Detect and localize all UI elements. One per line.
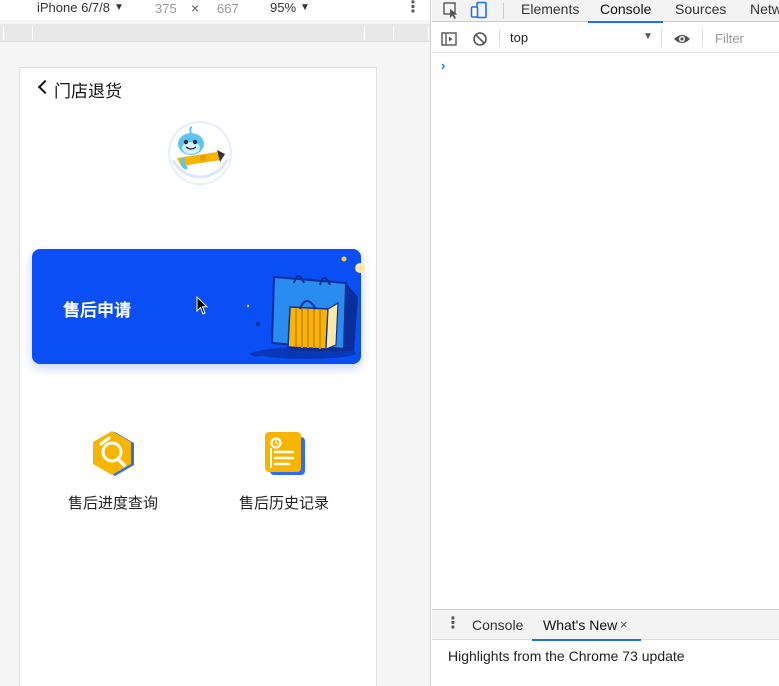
dimension-times: × xyxy=(191,0,200,16)
tab-sources[interactable]: Sources xyxy=(675,1,726,17)
tab-network[interactable]: Netw xyxy=(750,1,779,17)
banner-label: 售后申请 xyxy=(63,301,131,320)
console-toolbar: top ▼ xyxy=(432,24,779,53)
device-toolbar: iPhone 6/7/8 ▼ 375 × 667 95% ▼ ⋮ xyxy=(0,0,430,20)
ruler-tick xyxy=(364,26,365,40)
execution-context-select[interactable]: top xyxy=(510,30,528,45)
more-options-icon[interactable]: ⋮ xyxy=(405,0,421,16)
ruler-tick xyxy=(32,26,33,40)
dropdown-triangle-icon: ▼ xyxy=(643,31,653,42)
toolbar-separator xyxy=(503,3,504,19)
after-sale-history-button[interactable]: 售后历史记录 xyxy=(214,428,354,513)
tab-elements[interactable]: Elements xyxy=(521,1,579,17)
device-width[interactable]: 375 xyxy=(155,1,177,16)
devtools-panel: Elements Console Sources Netw top ▼ › ⋮ xyxy=(432,0,779,686)
show-sidebar-icon[interactable] xyxy=(440,30,458,48)
close-tab-icon[interactable]: × xyxy=(620,617,628,632)
dropdown-triangle-icon: ▼ xyxy=(300,2,310,13)
toolbar-separator xyxy=(499,29,500,47)
ruler-tick xyxy=(393,26,394,40)
devtools-drawer: ⋮ Console What's New × Highlights from t… xyxy=(432,609,779,686)
inspect-element-icon[interactable] xyxy=(442,1,460,19)
history-record-icon xyxy=(265,432,305,475)
toolbar-separator xyxy=(661,29,662,47)
back-arrow-icon[interactable] xyxy=(36,80,50,94)
drawer-tab-console[interactable]: Console xyxy=(472,617,523,633)
zoom-select[interactable]: 95% ▼ xyxy=(270,0,310,15)
ruler-tick xyxy=(3,26,4,40)
after-sale-progress-button[interactable]: 售后进度查询 xyxy=(43,428,183,513)
nav-bar: 门店退货 xyxy=(20,68,376,108)
whats-new-message: Highlights from the Chrome 73 update xyxy=(448,648,685,664)
drawer-menu-icon[interactable]: ⋮ xyxy=(445,616,461,632)
device-emulation-pane: iPhone 6/7/8 ▼ 375 × 667 95% ▼ ⋮ 门店退货 售后… xyxy=(0,0,431,686)
feature-label: 售后进度查询 xyxy=(67,495,158,512)
live-expression-eye-icon[interactable] xyxy=(673,30,691,48)
phone-viewport: 门店退货 售后申请 售后进度查询 售后历史记录 xyxy=(19,67,377,686)
toolbar-separator xyxy=(702,29,703,47)
device-height[interactable]: 667 xyxy=(217,1,239,16)
page-title: 门店退货 xyxy=(54,82,122,101)
whale-mascot-icon xyxy=(168,121,232,185)
device-select[interactable]: iPhone 6/7/8 ▼ xyxy=(37,0,124,15)
clear-console-icon[interactable] xyxy=(471,30,489,48)
drawer-tab-whats-new[interactable]: What's New xyxy=(531,617,642,641)
tab-console[interactable]: Console xyxy=(587,1,664,23)
shopping-bag-illustration-icon xyxy=(246,256,365,359)
drawer-tab-bar: ⋮ Console What's New × xyxy=(432,610,779,641)
mouse-cursor-icon xyxy=(196,296,208,315)
devtools-tab-bar: Elements Console Sources Netw xyxy=(432,0,779,23)
search-progress-icon xyxy=(93,431,134,476)
device-name: iPhone 6/7/8 xyxy=(37,0,111,15)
feature-label: 售后历史记录 xyxy=(238,495,329,512)
console-filter-input[interactable] xyxy=(715,31,777,46)
console-prompt[interactable]: › xyxy=(441,58,445,73)
media-query-ruler[interactable] xyxy=(0,24,430,42)
device-toolbar-toggle-icon[interactable] xyxy=(470,1,488,19)
zoom-value: 95% xyxy=(270,0,297,15)
dropdown-triangle-icon: ▼ xyxy=(114,2,124,13)
ruler-tick xyxy=(428,26,429,40)
